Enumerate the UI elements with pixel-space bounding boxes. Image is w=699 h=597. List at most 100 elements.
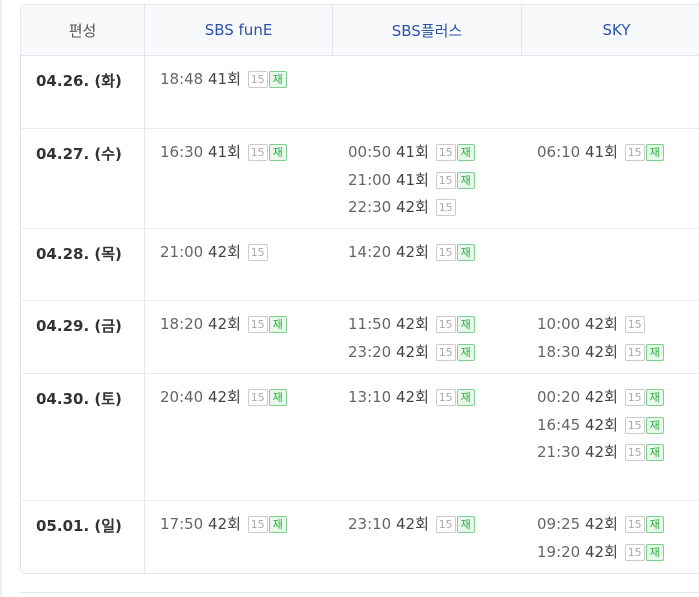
schedule-row: 04.28. (목) 21:00 42회 15 14:20 42회 15 재 — [21, 229, 699, 301]
schedule-row: 04.26. (화) 18:48 41회 15 재 — [21, 56, 699, 129]
episode-number: 42회 — [208, 315, 241, 333]
episode-number: 42회 — [208, 243, 241, 261]
section-divider — [20, 592, 699, 593]
episode-number: 41회 — [585, 143, 618, 161]
episode-number: 42회 — [396, 315, 429, 333]
airing-time: 23:20 — [348, 342, 392, 361]
rerun-badge: 재 — [456, 316, 475, 333]
rerun-badge: 재 — [456, 389, 475, 406]
rerun-badge: 재 — [268, 516, 287, 533]
airing-slot: 21:00 41회 15 재 — [348, 171, 522, 199]
schedule-row: 04.27. (수) 16:30 41회 15 재 00:50 41회 15 재 21:0… — [21, 129, 699, 229]
airing-slot: 14:20 42회 15 재 — [348, 243, 522, 271]
airing-cell-ch1: 18:20 42회 15 재 — [145, 301, 333, 374]
rerun-badge: 재 — [456, 171, 475, 189]
airing-cell-ch1: 18:48 41회 15 재 — [145, 56, 333, 129]
header-channel-sky[interactable]: SKY — [522, 5, 699, 56]
rerun-badge: 재 — [268, 316, 287, 333]
row-date: 05.01. (일) — [21, 501, 145, 573]
header-channel-sbs-plus[interactable]: SBS플러스 — [333, 5, 522, 56]
age-rating-15-badge: 15 — [435, 316, 456, 333]
airing-time: 21:00 — [348, 170, 392, 189]
episode-number: 42회 — [208, 515, 241, 533]
rerun-badge: 재 — [645, 389, 664, 406]
episode-number: 42회 — [208, 388, 241, 406]
episode-number: 42회 — [585, 342, 618, 361]
airing-cell-ch3: 00:20 42회 15 재 16:45 42회 15 재 21:30 42회 15 재 — [522, 374, 699, 501]
rerun-badge: 재 — [456, 244, 475, 261]
row-date: 04.29. (금) — [21, 301, 145, 374]
age-rating-15-badge: 15 — [624, 516, 645, 533]
age-rating-15-badge: 15 — [247, 144, 268, 161]
rerun-badge: 재 — [268, 389, 287, 406]
age-rating-15-badge: 15 — [435, 244, 456, 261]
age-rating-15-badge: 15 — [435, 144, 456, 161]
airing-time: 00:20 — [537, 388, 581, 406]
episode-number: 42회 — [585, 542, 618, 561]
rerun-badge: 재 — [645, 543, 664, 561]
airing-cell-ch1: 20:40 42회 15 재 — [145, 374, 333, 501]
schedule-row: 04.30. (토) 20:40 42회 15 재 13:10 42회 15 재 00:2… — [21, 374, 699, 501]
age-rating-15-badge: 15 — [247, 316, 268, 333]
schedule-row: 05.01. (일) 17:50 42회 15 재 23:10 42회 15 재 09:2… — [21, 501, 699, 573]
airing-slot: 00:50 41회 15 재 — [348, 143, 522, 171]
airing-slot: 18:30 42회 15 재 — [537, 343, 699, 371]
airing-cell-ch2: 00:50 41회 15 재 21:00 41회 15 재 22:30 42회 15 — [333, 129, 522, 229]
airing-time: 18:48 — [160, 70, 204, 88]
episode-number: 42회 — [585, 515, 618, 533]
page-left-edge — [0, 0, 2, 597]
airing-cell-ch3 — [522, 229, 699, 301]
episode-number: 41회 — [208, 70, 241, 88]
airing-cell-ch3: 06:10 41회 15 재 — [522, 129, 699, 229]
age-rating-15-badge: 15 — [247, 516, 268, 533]
episode-number: 42회 — [396, 342, 429, 361]
age-rating-15-badge: 15 — [435, 343, 456, 361]
airing-time: 18:30 — [537, 342, 581, 361]
airing-slot: 20:40 42회 15 재 — [160, 388, 333, 416]
airing-time: 21:00 — [160, 243, 204, 261]
episode-number: 42회 — [396, 243, 429, 261]
airing-cell-ch3: 09:25 42회 15 재 19:20 42회 15 재 — [522, 501, 699, 573]
airing-slot: 06:10 41회 15 재 — [537, 143, 699, 171]
episode-number: 42회 — [396, 388, 429, 406]
header-channel-sbs-fune[interactable]: SBS funE — [145, 5, 333, 56]
age-rating-15-badge: 15 — [435, 199, 456, 216]
age-rating-15-badge: 15 — [624, 416, 645, 434]
airing-slot: 13:10 42회 15 재 — [348, 388, 522, 416]
airing-slot: 21:30 42회 15 재 — [537, 443, 699, 471]
age-rating-15-badge: 15 — [624, 343, 645, 361]
header-row: 편성 SBS funE SBS플러스 SKY — [21, 5, 699, 56]
episode-number: 41회 — [208, 143, 241, 161]
airing-time: 19:20 — [537, 542, 581, 561]
airing-cell-ch2: 11:50 42회 15 재 23:20 42회 15 재 — [333, 301, 522, 374]
rerun-badge: 재 — [456, 144, 475, 161]
age-rating-15-badge: 15 — [247, 389, 268, 406]
airing-cell-ch3 — [522, 56, 699, 129]
airing-slot: 10:00 42회 15 — [537, 315, 699, 343]
age-rating-15-badge: 15 — [624, 316, 645, 333]
row-date: 04.28. (목) — [21, 229, 145, 301]
episode-number: 42회 — [585, 443, 618, 461]
airing-time: 13:10 — [348, 388, 392, 406]
airing-time: 06:10 — [537, 143, 581, 161]
age-rating-15-badge: 15 — [247, 244, 268, 261]
episode-number: 42회 — [585, 415, 618, 434]
airing-time: 09:25 — [537, 515, 581, 533]
schedule-header: 편성 SBS funE SBS플러스 SKY — [21, 5, 699, 56]
age-rating-15-badge: 15 — [435, 389, 456, 406]
schedule-body: 04.26. (화) 18:48 41회 15 재 04.27. (수) 16:30 4… — [21, 56, 699, 573]
episode-number: 41회 — [396, 170, 429, 189]
airing-time: 23:10 — [348, 515, 392, 533]
airing-slot: 19:20 42회 15 재 — [537, 543, 699, 571]
episode-number: 41회 — [396, 143, 429, 161]
airing-slot: 09:25 42회 15 재 — [537, 515, 699, 543]
age-rating-15-badge: 15 — [435, 516, 456, 533]
row-date: 04.30. (토) — [21, 374, 145, 501]
episode-number: 42회 — [396, 515, 429, 533]
airing-time: 18:20 — [160, 315, 204, 333]
airing-slot: 16:30 41회 15 재 — [160, 143, 333, 171]
airing-slot: 21:00 42회 15 — [160, 243, 333, 271]
age-rating-15-badge: 15 — [624, 389, 645, 406]
episode-number: 42회 — [396, 198, 429, 216]
age-rating-15-badge: 15 — [435, 171, 456, 189]
